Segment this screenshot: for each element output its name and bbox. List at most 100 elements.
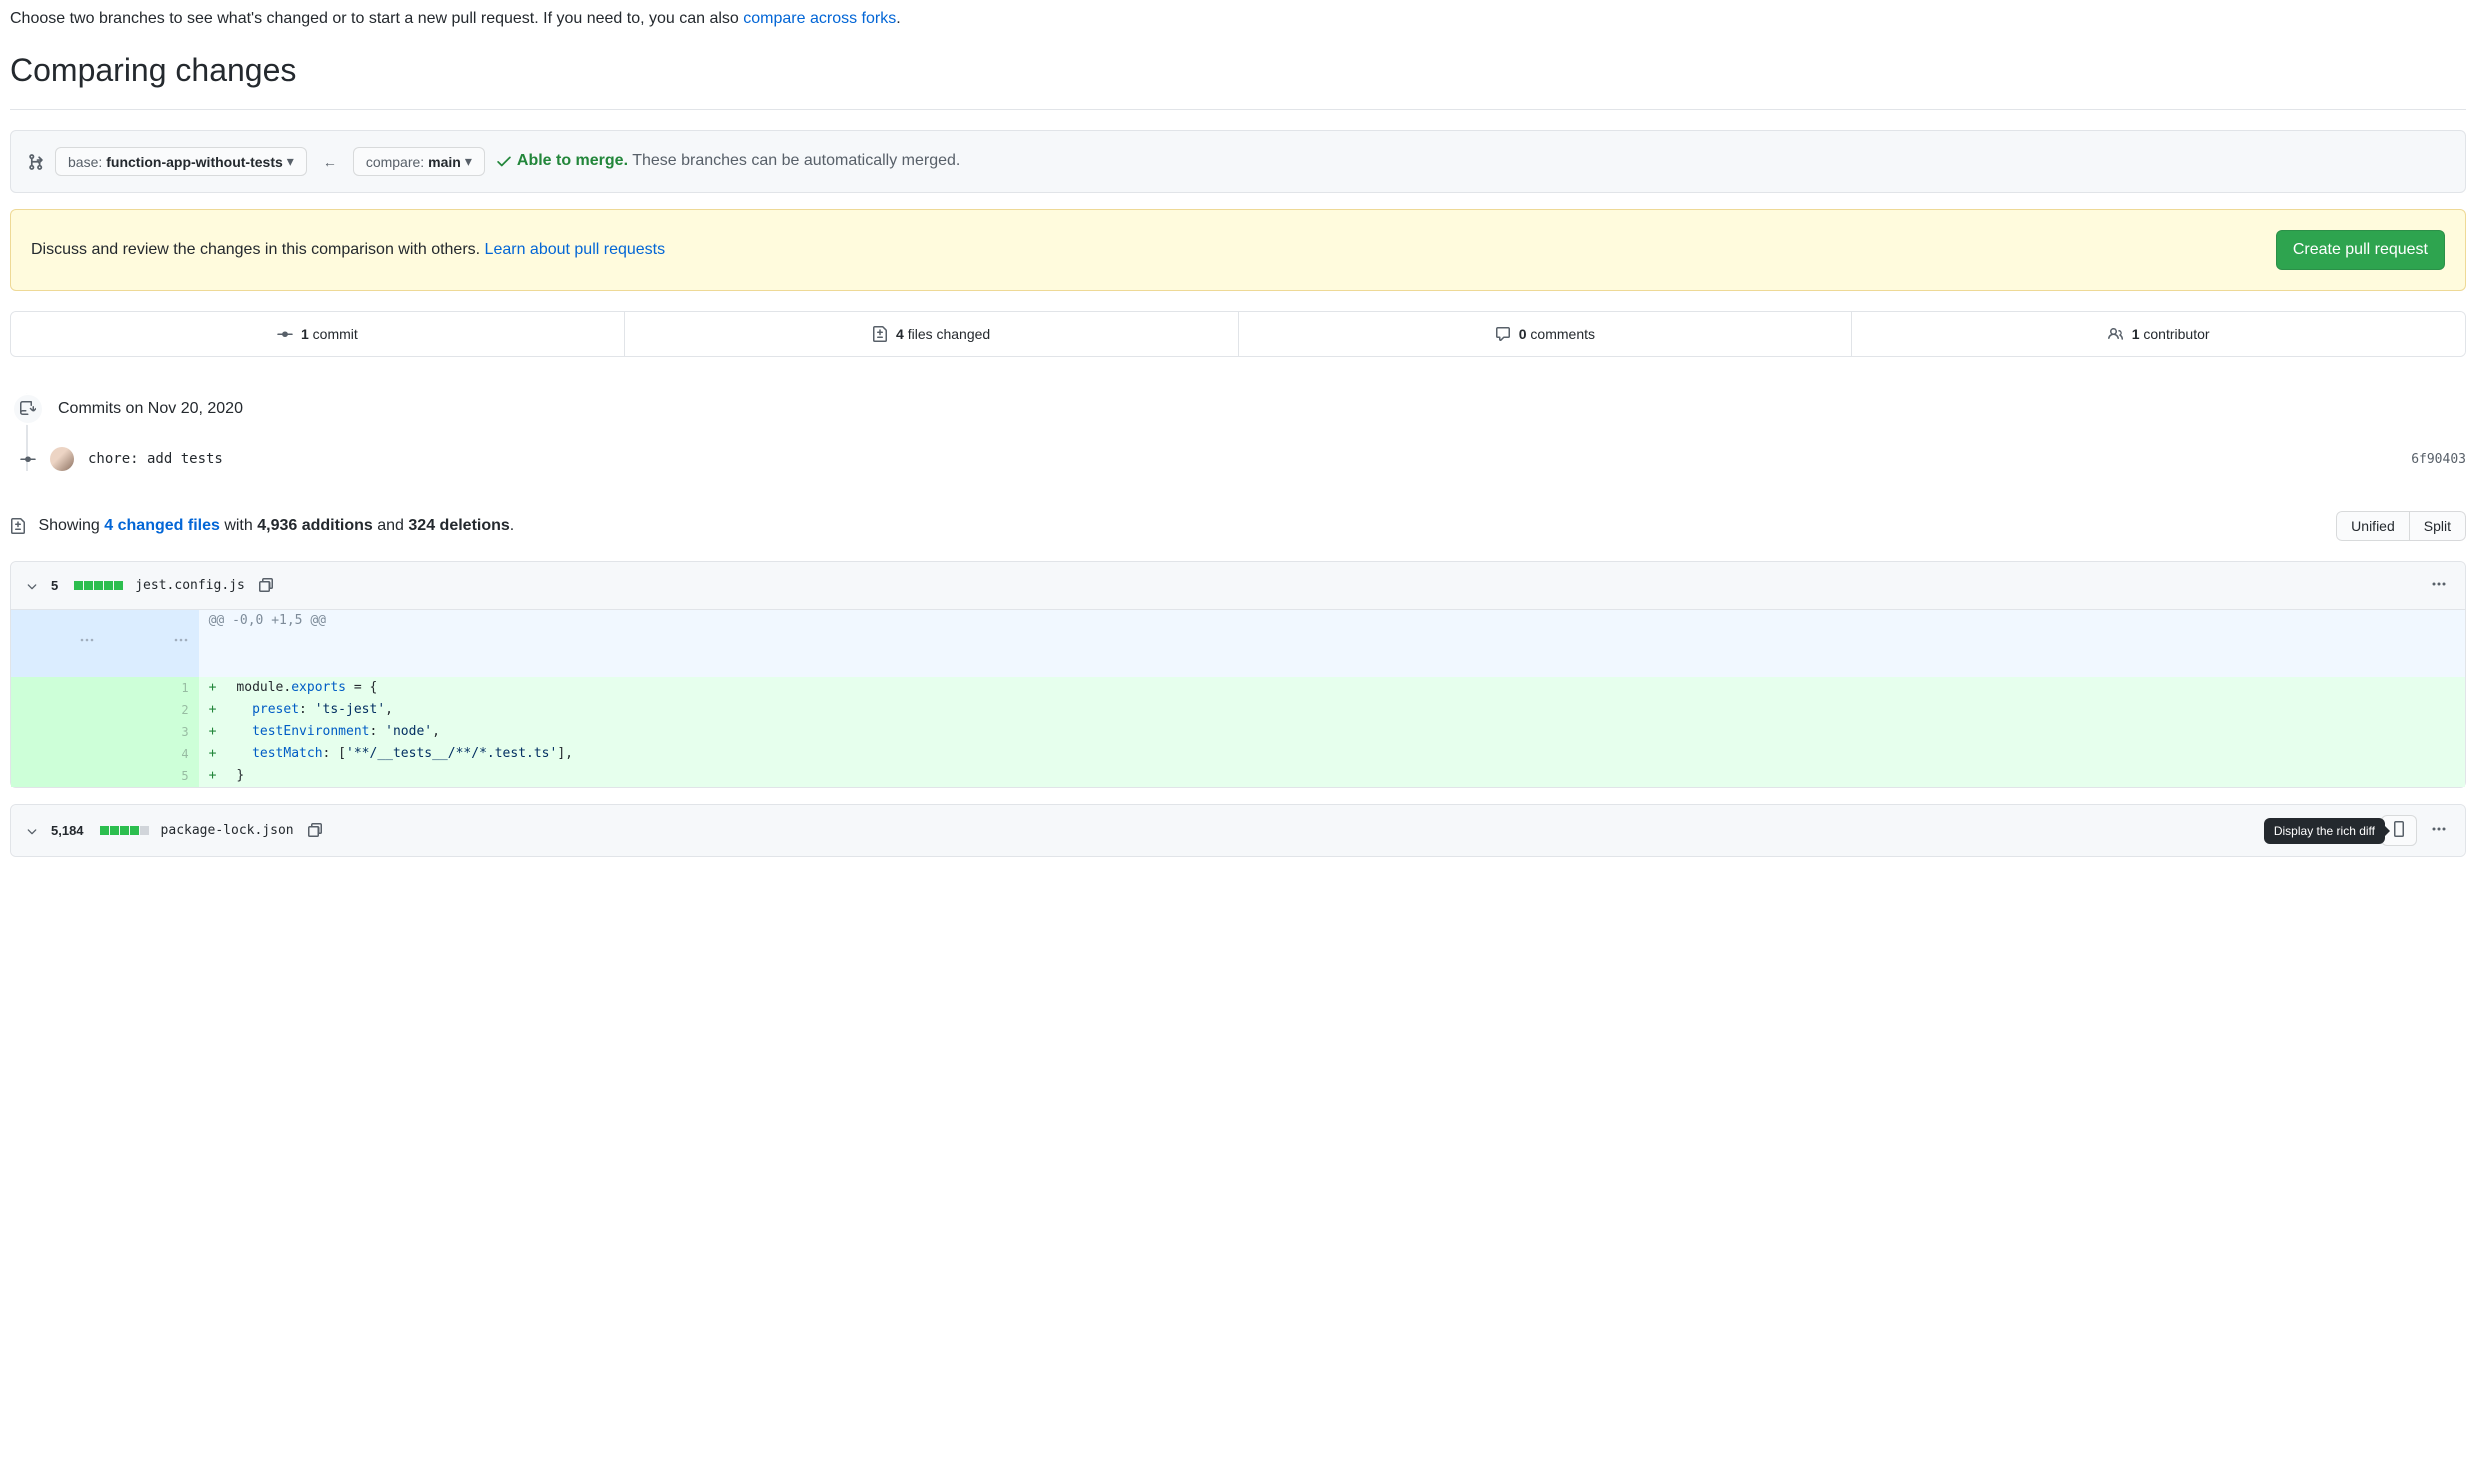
file-name-link[interactable]: package-lock.json [161, 823, 294, 838]
file-header: 5 jest.config.js [11, 562, 2465, 610]
contrib-count: 1 [2132, 326, 2140, 342]
diff-stat-blocks [100, 826, 149, 835]
comment-icon [1495, 326, 1511, 342]
commit-icon [277, 326, 293, 342]
tab-comments[interactable]: 0 comments [1239, 312, 1853, 356]
intro-suffix: . [896, 10, 900, 27]
commits-label: commit [313, 326, 358, 342]
diff-code: module.exports = { [226, 677, 2465, 699]
commit-date-header: Commits on Nov 20, 2020 [12, 393, 2466, 425]
showing-mid1: with [220, 517, 257, 534]
diff-table: @@ -0,0 +1,5 @@ 1+module.exports = {2+ p… [11, 610, 2465, 787]
page-title: Comparing changes [10, 52, 2466, 89]
contrib-label: contributor [2143, 326, 2209, 342]
compare-label: compare: [366, 154, 424, 170]
commit-sha-link[interactable]: 6f90403 [2411, 452, 2466, 467]
tab-files-changed[interactable]: 4 files changed [625, 312, 1239, 356]
commits-timeline: Commits on Nov 20, 2020 chore: add tests… [26, 393, 2466, 471]
diff-marker: + [199, 743, 227, 765]
files-label: files changed [908, 326, 991, 342]
line-number-old [11, 721, 105, 743]
avatar[interactable] [50, 447, 74, 471]
comments-count: 0 [1519, 326, 1527, 342]
file-diff-package-lock: 5,184 package-lock.json Display the rich… [10, 804, 2466, 857]
caret-down-icon: ▾ [465, 153, 472, 170]
diff-view-toggle: Unified Split [2336, 511, 2466, 541]
pr-prompt-text: Discuss and review the changes in this c… [31, 241, 485, 258]
line-number-old [11, 765, 105, 787]
caret-down-icon: ▾ [287, 153, 294, 170]
file-diff-icon [10, 518, 26, 534]
diff-marker: + [199, 699, 227, 721]
learn-pull-requests-link[interactable]: Learn about pull requests [485, 241, 666, 258]
line-number-old [11, 677, 105, 699]
line-number-old [11, 699, 105, 721]
diff-line: 4+ testMatch: ['**/__tests__/**/*.test.t… [11, 743, 2465, 765]
split-button[interactable]: Split [2410, 511, 2466, 541]
file-kebab-menu[interactable] [2427, 817, 2451, 844]
diff-line-count: 5 [51, 578, 58, 593]
divider [10, 109, 2466, 110]
files-count: 4 [896, 326, 904, 342]
diff-marker: + [199, 677, 227, 699]
diff-code: preset: 'ts-jest', [226, 699, 2465, 721]
commit-message-link[interactable]: chore: add tests [88, 451, 223, 467]
line-number-new: 3 [105, 721, 199, 743]
expand-icon[interactable] [105, 610, 199, 677]
file-name-link[interactable]: jest.config.js [135, 578, 245, 593]
diff-code: } [226, 765, 2465, 787]
compare-value: main [428, 154, 461, 170]
file-diff-icon [872, 326, 888, 342]
line-number-new: 4 [105, 743, 199, 765]
base-value: function-app-without-tests [106, 154, 283, 170]
showing-mid2: and [373, 517, 409, 534]
changed-files-link[interactable]: 4 changed files [104, 517, 220, 534]
tab-contributors[interactable]: 1 contributor [1852, 312, 2465, 356]
git-compare-icon [27, 153, 45, 171]
file-kebab-menu[interactable] [2427, 572, 2451, 599]
diff-line-count: 5,184 [51, 823, 84, 838]
pr-prompt-bar: Discuss and review the changes in this c… [10, 209, 2466, 291]
diff-line: 1+module.exports = { [11, 677, 2465, 699]
line-number-new: 2 [105, 699, 199, 721]
diff-line: 2+ preset: 'ts-jest', [11, 699, 2465, 721]
expand-icon[interactable] [11, 610, 105, 677]
compare-across-forks-link[interactable]: compare across forks [743, 10, 896, 27]
diff-marker: + [199, 765, 227, 787]
arrow-left-icon: ← [317, 154, 343, 170]
file-header: 5,184 package-lock.json Display the rich… [11, 805, 2465, 856]
commit-date-text: Commits on Nov 20, 2020 [58, 400, 243, 418]
diff-marker: + [199, 721, 227, 743]
copy-path-button[interactable] [257, 574, 277, 597]
rich-diff-tooltip: Display the rich diff [2264, 818, 2385, 844]
file-diff-jest-config: 5 jest.config.js @@ -0,0 +1,5 @@ 1+modul… [10, 561, 2466, 788]
tab-commits[interactable]: 1 commit [11, 312, 625, 356]
showing-prefix: Showing [38, 517, 104, 534]
hunk-text: @@ -0,0 +1,5 @@ [199, 610, 2465, 677]
copy-path-button[interactable] [306, 819, 326, 842]
merge-detail: These branches can be automatically merg… [632, 153, 960, 170]
commit-icon [20, 451, 36, 467]
compare-bar: base: function-app-without-tests ▾ ← com… [10, 130, 2466, 193]
intro-prefix: Choose two branches to see what's change… [10, 10, 743, 27]
chevron-down-icon[interactable] [25, 824, 39, 838]
base-label: base: [68, 154, 102, 170]
create-pull-request-button[interactable]: Create pull request [2276, 230, 2445, 270]
compare-branch-select[interactable]: compare: main ▾ [353, 147, 485, 176]
comments-label: comments [1530, 326, 1595, 342]
unified-button[interactable]: Unified [2336, 511, 2410, 541]
additions-count: 4,936 additions [257, 517, 373, 534]
base-branch-select[interactable]: base: function-app-without-tests ▾ [55, 147, 307, 176]
diff-code: testEnvironment: 'node', [226, 721, 2465, 743]
deletions-count: 324 deletions [408, 517, 509, 534]
diff-line: 5+} [11, 765, 2465, 787]
intro-text: Choose two branches to see what's change… [10, 10, 2466, 28]
diff-stat-blocks [74, 581, 123, 590]
repo-push-icon [12, 393, 44, 425]
line-number-old [11, 743, 105, 765]
chevron-down-icon[interactable] [25, 579, 39, 593]
diff-code: testMatch: ['**/__tests__/**/*.test.ts']… [226, 743, 2465, 765]
hunk-header: @@ -0,0 +1,5 @@ [11, 610, 2465, 677]
compare-tabs: 1 commit 4 files changed 0 comments 1 co… [10, 311, 2466, 357]
merge-able: Able to merge. [517, 153, 628, 170]
